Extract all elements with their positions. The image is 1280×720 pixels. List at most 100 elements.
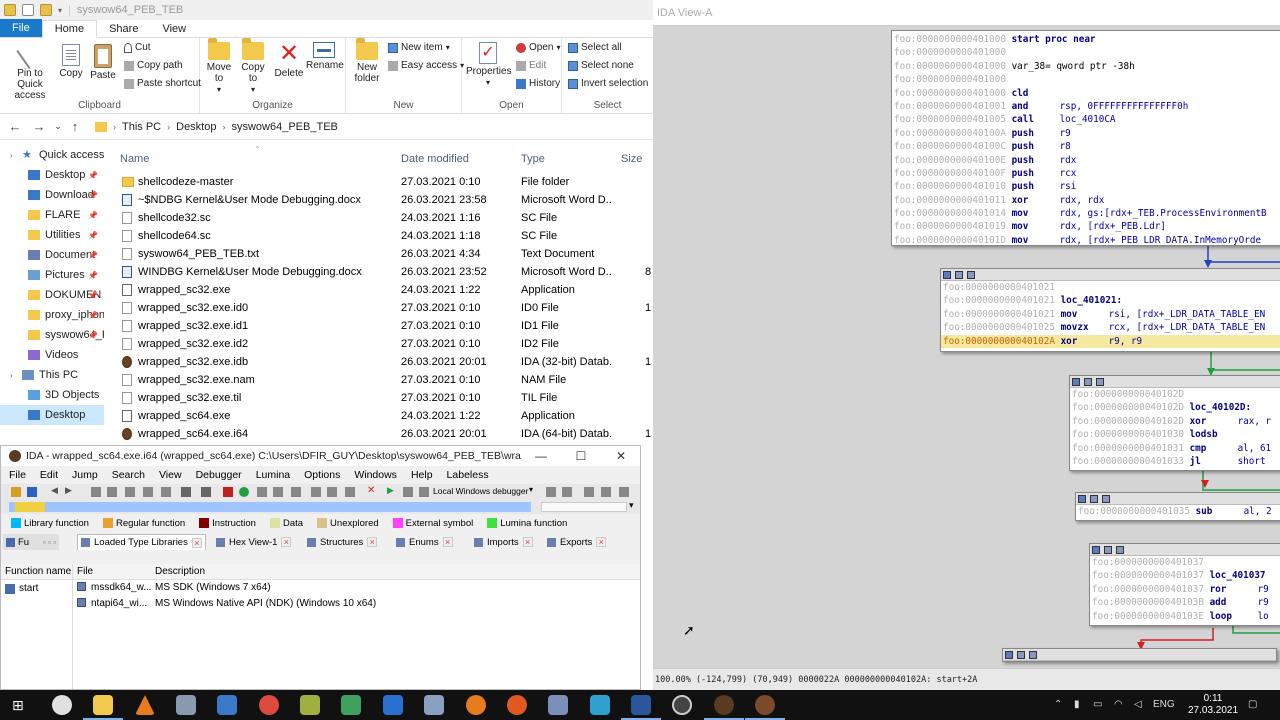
toolbar-icon[interactable] bbox=[562, 487, 572, 497]
toolbar-icon[interactable] bbox=[257, 487, 267, 497]
disasm-line[interactable]: foo:000000000040102A xor r9, r9 bbox=[941, 334, 1280, 348]
nav-item[interactable]: Utilities 📌 bbox=[0, 225, 104, 245]
ida-graph-view[interactable]: IDA View-A foo:0000000000401000 start pr… bbox=[653, 0, 1280, 690]
function-item[interactable]: start bbox=[1, 580, 72, 597]
debugger-select[interactable]: Local Windows debugger bbox=[433, 486, 528, 496]
disasm-line[interactable]: foo:000000000040100E push rdx bbox=[892, 154, 1280, 167]
nav-item[interactable]: Pictures 📌 bbox=[0, 265, 104, 285]
disasm-line[interactable]: foo:0000000000401033 jl short bbox=[1070, 455, 1280, 468]
taskbar-app-icon[interactable] bbox=[176, 695, 196, 715]
toolbar-icon[interactable] bbox=[311, 487, 321, 497]
breadcrumb-this-pc[interactable]: This PC bbox=[122, 121, 161, 133]
tab-enums[interactable]: Enums × bbox=[393, 534, 456, 550]
block-color-icon[interactable] bbox=[1092, 546, 1100, 554]
taskbar-search-tool-icon[interactable] bbox=[466, 695, 486, 715]
ida-menu-search[interactable]: Search bbox=[104, 469, 151, 481]
navigation-band[interactable]: ▾ bbox=[1, 500, 640, 514]
taskbar-app-icon[interactable] bbox=[217, 695, 237, 715]
toolbar-icon[interactable] bbox=[584, 487, 594, 497]
block-graph-icon[interactable] bbox=[1090, 495, 1098, 503]
block-color-icon[interactable] bbox=[1078, 495, 1086, 503]
chevron-down-icon[interactable]: ▾ bbox=[629, 500, 634, 511]
taskbar-chrome-icon[interactable] bbox=[259, 695, 279, 715]
easy-access-button[interactable]: Easy access ▾ bbox=[388, 60, 464, 71]
paste-button[interactable]: Paste bbox=[90, 44, 116, 81]
ida-menu-debugger[interactable]: Debugger bbox=[188, 469, 248, 481]
nav-item[interactable]: Download 📌 bbox=[0, 185, 104, 205]
column-name[interactable]: Name bbox=[120, 153, 149, 165]
nav-item[interactable]: › This PC bbox=[0, 365, 104, 385]
disasm-line[interactable]: foo:0000000000401025 movzx rcx, [rdx+_LDR… bbox=[941, 321, 1280, 334]
properties-quick-icon[interactable] bbox=[22, 4, 34, 16]
taskbar-ida64-icon[interactable] bbox=[745, 695, 785, 720]
forward-icon[interactable]: ▶ bbox=[65, 485, 75, 495]
ida-menu-file[interactable]: File bbox=[1, 469, 32, 481]
nav-item[interactable]: 3D Objects bbox=[0, 385, 104, 405]
delete-button[interactable]: ✕ Delete bbox=[274, 42, 304, 80]
tray-wifi-icon[interactable]: ◠ bbox=[1114, 699, 1123, 710]
file-row[interactable]: shellcode32.sc 24.03.2021 1:16 SC File bbox=[104, 209, 653, 227]
taskbar-app-icon[interactable] bbox=[341, 695, 361, 715]
navigation-band-bar[interactable] bbox=[9, 502, 531, 512]
disasm-line[interactable]: foo:000000000040100A push r9 bbox=[892, 127, 1280, 140]
cut-button[interactable]: Cut bbox=[124, 42, 151, 53]
clock[interactable]: 0:11 27.03.2021 bbox=[1188, 693, 1238, 717]
toolbar-icon[interactable] bbox=[91, 487, 101, 497]
tray-usb-icon[interactable]: ▮ bbox=[1074, 699, 1080, 710]
up-arrow-icon[interactable]: ↑ bbox=[65, 119, 85, 134]
graph-block-401035[interactable]: foo:0000000000401035 sub al, 2 bbox=[1075, 492, 1280, 521]
disasm-line[interactable]: foo:0000000000401000 start proc near bbox=[892, 33, 1280, 46]
file-row[interactable]: wrapped_sc32.exe.id1 27.03.2021 0:10 ID1 F… bbox=[104, 317, 653, 335]
taskbar-app-icon[interactable] bbox=[590, 695, 610, 715]
disasm-line[interactable]: foo:0000000000401010 push rsi bbox=[892, 180, 1280, 193]
toolbar-icon[interactable] bbox=[161, 487, 171, 497]
file-row[interactable]: WINDBG Kernel&User Mode Debugging.docx 26… bbox=[104, 263, 653, 281]
rename-button[interactable]: Rename bbox=[306, 42, 344, 71]
toolbar-icon[interactable] bbox=[273, 487, 283, 497]
graph-block-loc-401021[interactable]: foo:0000000000401021 foo:000000000040102… bbox=[940, 268, 1280, 352]
copy-path-button[interactable]: Copy path bbox=[124, 60, 183, 71]
tab-functions[interactable]: Fu ▫ ▫ ▫ bbox=[3, 534, 60, 550]
chevron-down-icon[interactable]: ▾ bbox=[529, 485, 533, 494]
paste-shortcut-button[interactable]: Paste shortcut bbox=[124, 78, 201, 89]
tray-chevron-up-icon[interactable]: ⌃ bbox=[1054, 699, 1062, 710]
open-button[interactable]: Open ▾ bbox=[516, 42, 560, 53]
toolbar-icon[interactable] bbox=[181, 487, 191, 497]
ida-menu-help[interactable]: Help bbox=[403, 469, 439, 481]
column-date[interactable]: Date modified bbox=[401, 153, 469, 165]
move-to-button[interactable]: Move to ▾ bbox=[204, 38, 234, 95]
tab-view[interactable]: View bbox=[150, 21, 198, 37]
language-indicator[interactable]: ENG bbox=[1153, 699, 1175, 710]
taskbar-ida-icon[interactable] bbox=[704, 695, 744, 720]
breadcrumb-desktop[interactable]: Desktop bbox=[176, 121, 216, 133]
nav-item[interactable]: Videos bbox=[0, 345, 104, 365]
copy-button[interactable]: Copy bbox=[58, 44, 84, 79]
history-button[interactable]: History bbox=[516, 78, 560, 89]
ida-menu-options[interactable]: Options bbox=[296, 469, 346, 481]
toolbar-icon[interactable] bbox=[601, 487, 611, 497]
disasm-line[interactable]: foo:000000000040102D loc_40102D: bbox=[1070, 401, 1280, 414]
taskbar-app-icon[interactable] bbox=[548, 695, 568, 715]
edit-button[interactable]: Edit bbox=[516, 60, 546, 71]
close-tab-icon[interactable]: × bbox=[442, 537, 453, 547]
breakpoint-icon[interactable] bbox=[223, 487, 233, 497]
close-tab-icon[interactable]: × bbox=[596, 537, 607, 547]
disasm-line[interactable]: foo:000000000040103B add r9 bbox=[1090, 596, 1280, 609]
forward-arrow-icon[interactable]: → bbox=[27, 119, 51, 134]
pin-quick-access-button[interactable]: Pin to Quick access bbox=[4, 40, 56, 101]
nav-item[interactable]: Desktop 📌 bbox=[0, 165, 104, 185]
file-row[interactable]: shellcodeze-master 27.03.2021 0:10 File fo… bbox=[104, 173, 653, 191]
windows-start-icon[interactable]: ⊞ bbox=[12, 698, 24, 712]
tab-imports[interactable]: Imports × bbox=[471, 534, 536, 550]
block-color-icon[interactable] bbox=[1005, 651, 1013, 659]
stop-icon[interactable] bbox=[419, 487, 429, 497]
select-none-button[interactable]: Select none bbox=[568, 60, 634, 71]
tab-loaded-type-libraries[interactable]: Loaded Type Libraries × bbox=[77, 534, 206, 550]
taskbar-app-icon[interactable] bbox=[424, 695, 444, 715]
block-graph-icon[interactable] bbox=[1104, 546, 1112, 554]
close-tab-icon[interactable]: × bbox=[522, 537, 533, 547]
toolbar-icon[interactable] bbox=[345, 487, 355, 497]
til-column-description[interactable]: Description bbox=[155, 566, 205, 577]
toolbar-icon[interactable] bbox=[143, 487, 153, 497]
disasm-line[interactable]: foo:0000000000401019 mov rdx, [rdx+_PEB.L… bbox=[892, 220, 1280, 233]
